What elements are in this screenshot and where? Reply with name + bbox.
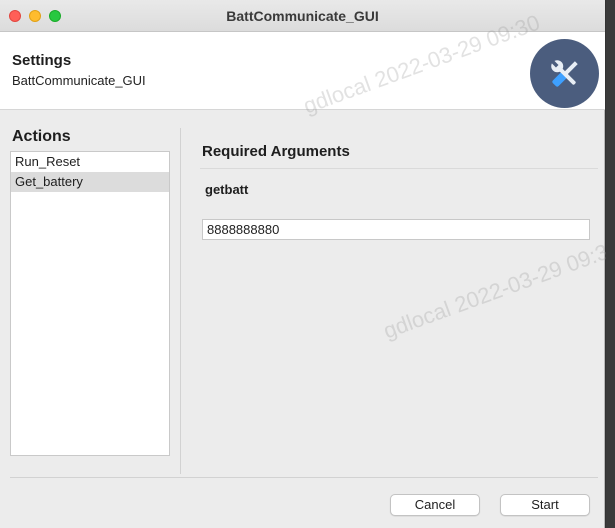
getbatt-input[interactable] xyxy=(202,219,590,240)
actions-title: Actions xyxy=(12,128,71,145)
arguments-divider xyxy=(200,168,598,169)
start-button[interactable]: Start xyxy=(500,494,590,516)
required-arguments-title: Required Arguments xyxy=(202,143,350,160)
cancel-button[interactable]: Cancel xyxy=(390,494,480,516)
header-subtitle: BattCommunicate_GUI xyxy=(12,73,146,88)
header-title: Settings xyxy=(12,52,72,69)
window-title: BattCommunicate_GUI xyxy=(226,8,379,24)
action-item-get-battery[interactable]: Get_battery xyxy=(11,172,169,192)
panel-divider xyxy=(180,128,181,474)
app-window: BattCommunicate_GUI Settings BattCommuni… xyxy=(0,0,615,528)
tools-icon xyxy=(530,39,599,108)
background-window-edge xyxy=(606,0,615,528)
watermark-text: gdlocal 2022-03-29 09:30 xyxy=(380,234,615,344)
argument-label: getbatt xyxy=(205,182,249,197)
actions-list: Run_Reset Get_battery xyxy=(10,151,170,456)
settings-header: Settings BattCommunicate_GUI xyxy=(0,32,605,110)
footer-divider xyxy=(10,477,598,478)
action-item-run-reset[interactable]: Run_Reset xyxy=(11,152,169,172)
title-bar: BattCommunicate_GUI xyxy=(0,0,605,32)
